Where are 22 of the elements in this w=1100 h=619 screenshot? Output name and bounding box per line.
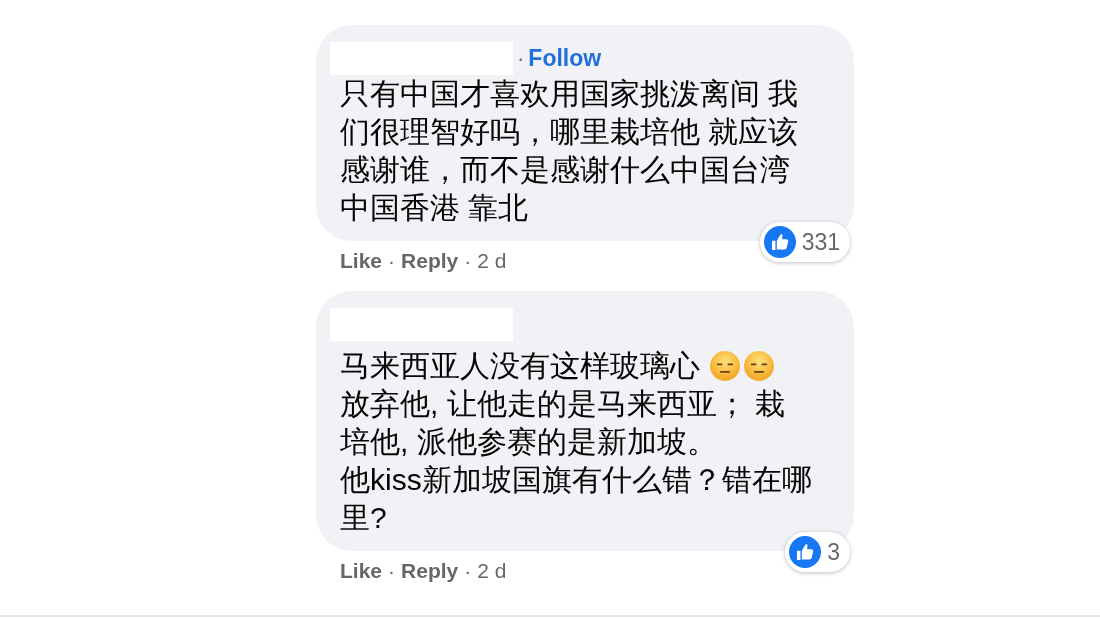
thumbs-up-icon <box>763 226 796 258</box>
timestamp: 2 d <box>477 249 507 273</box>
follow-link[interactable]: Follow <box>528 45 602 72</box>
comment-text: 马来西亚人没有这样玻璃心 <box>340 349 700 382</box>
reaction-count-badge[interactable]: 331 <box>759 222 850 262</box>
separator-dot: · <box>388 249 396 273</box>
separator-dot: · <box>464 249 472 273</box>
comment-text: 放弃他, 让他走的是马来西亚； 栽培他, 派他参赛的是新加坡。 <box>340 387 785 458</box>
emoji-icon <box>710 351 740 381</box>
comment-text: 只有中国才喜欢用国家挑泼离间 我们很理智好吗，哪里栽培他 就应该感谢谁，而不是感谢什么中国台湾中国香港 靠北 <box>340 77 799 224</box>
separator-dot: · <box>464 559 472 583</box>
reply-link[interactable]: Reply <box>401 249 459 273</box>
reply-link[interactable]: Reply <box>401 559 459 583</box>
separator-dot: · <box>517 45 525 72</box>
like-link[interactable]: Like <box>340 249 383 273</box>
emoji-icon <box>744 351 774 381</box>
comment-text: 他kiss新加坡国旗有什么错？错在哪里? <box>340 463 812 534</box>
like-link[interactable]: Like <box>340 559 383 583</box>
timestamp: 2 d <box>477 559 507 583</box>
thumbs-up-icon <box>789 536 822 568</box>
reaction-count-badge[interactable]: 3 <box>785 532 850 572</box>
separator-dot: · <box>388 559 396 583</box>
